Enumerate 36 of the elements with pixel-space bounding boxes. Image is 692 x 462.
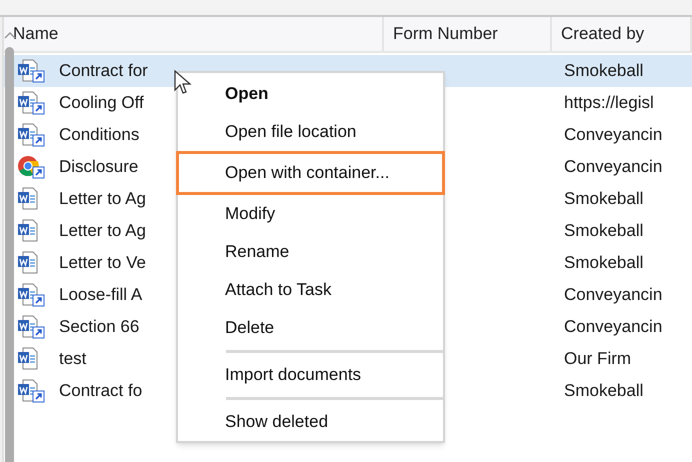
file-name: Contract fo	[59, 380, 142, 402]
menu-item[interactable]: Rename	[178, 233, 443, 271]
menu-item[interactable]: Import documents	[178, 356, 443, 394]
scroll-up-icon[interactable]	[4, 31, 16, 39]
file-name: Disclosure	[59, 156, 138, 178]
file-name: Contract for	[59, 60, 148, 82]
file-name: Section 66	[59, 316, 140, 338]
file-name: test	[59, 348, 86, 370]
scrollbar-thumb[interactable]	[5, 47, 14, 462]
file-name: Letter to Ag	[59, 220, 146, 242]
menu-item[interactable]: Show deleted	[178, 403, 443, 441]
creator-name: Conveyancin	[564, 317, 662, 336]
creator-name: Conveyancin	[564, 285, 662, 304]
file-name: Conditions	[59, 124, 140, 146]
column-header[interactable]: Form Number	[393, 21, 498, 47]
creator-name: Smokeball	[564, 61, 644, 80]
creator-name: Conveyancin	[564, 125, 662, 144]
menu-item[interactable]: Attach to Task	[178, 271, 443, 309]
column-header[interactable]: Name	[13, 21, 58, 47]
file-name: Loose-fill A	[59, 284, 142, 306]
menu-item[interactable]: Open file location	[178, 113, 443, 151]
creator-name: Smokeball	[564, 253, 644, 272]
file-name: Cooling Off	[59, 92, 144, 114]
menu-item[interactable]: Delete	[178, 309, 443, 347]
column-header[interactable]: Created by	[561, 21, 644, 47]
menu-item[interactable]: Open	[178, 75, 443, 113]
menu-item[interactable]: Open with container...	[176, 151, 445, 195]
creator-name: Our Firm	[564, 349, 632, 368]
menu-item[interactable]: Modify	[178, 195, 443, 233]
creator-name: Conveyancin	[564, 157, 662, 176]
file-name: Letter to Ag	[59, 188, 146, 210]
creator-name: https://legisl	[564, 93, 654, 112]
creator-name: Smokeball	[564, 381, 644, 400]
creator-name: Smokeball	[564, 221, 644, 240]
file-name: Letter to Ve	[59, 252, 146, 274]
creator-name: Smokeball	[564, 189, 644, 208]
